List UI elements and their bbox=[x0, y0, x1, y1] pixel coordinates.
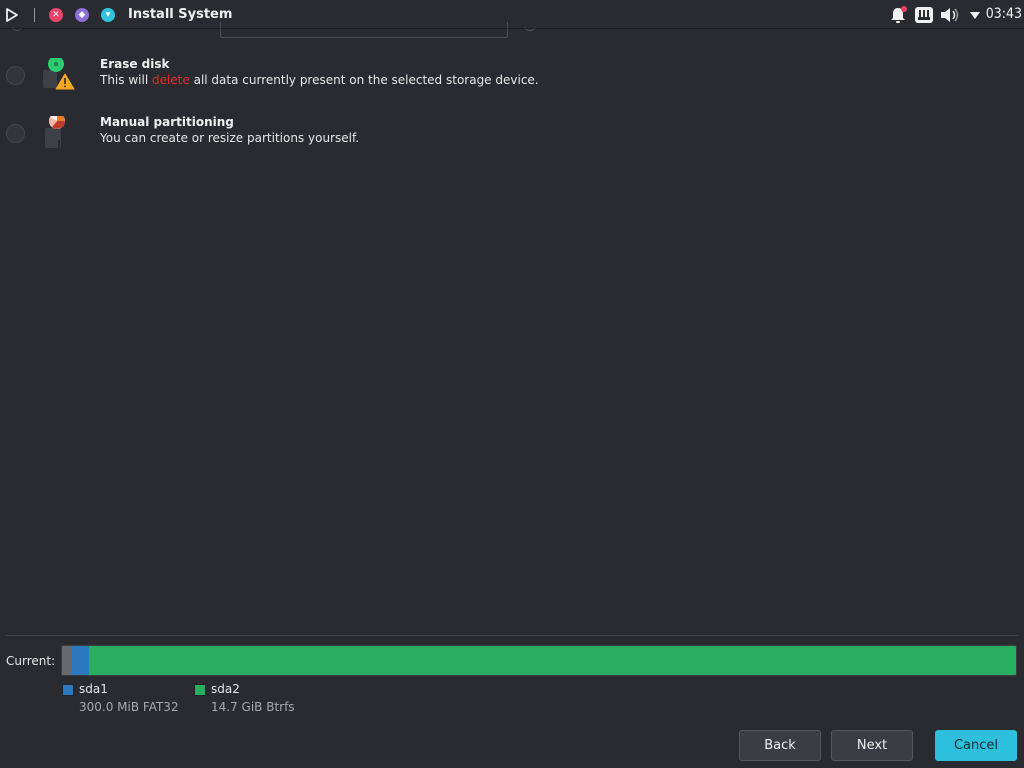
erase-disk-radio[interactable] bbox=[6, 66, 25, 85]
erase-disk-warning-icon bbox=[43, 58, 75, 90]
erase-disk-description: This will delete all data currently pres… bbox=[100, 73, 539, 87]
partially-hidden-radio bbox=[12, 22, 22, 31]
partially-hidden-field bbox=[220, 22, 508, 38]
window-title: Install System bbox=[128, 7, 233, 22]
menu-down-icon[interactable] bbox=[968, 6, 982, 24]
window-minimize-icon[interactable]: ◆ bbox=[75, 8, 89, 22]
back-button[interactable]: Back bbox=[739, 730, 821, 761]
option-manual-partitioning[interactable]: Manual partitioning You can create or re… bbox=[0, 115, 1024, 174]
cancel-button[interactable]: Cancel bbox=[935, 730, 1017, 761]
partition-bar bbox=[61, 645, 1017, 676]
section-divider bbox=[6, 635, 1018, 636]
current-label: Current: bbox=[6, 654, 56, 668]
launcher-icon[interactable] bbox=[5, 7, 19, 23]
legend-swatch bbox=[194, 684, 206, 696]
next-button[interactable]: Next bbox=[831, 730, 913, 761]
network-icon[interactable] bbox=[914, 6, 934, 24]
manual-partition-icon bbox=[45, 116, 65, 150]
legend-size: 14.7 GiB Btrfs bbox=[211, 700, 295, 714]
manual-partitioning-radio[interactable] bbox=[6, 124, 25, 143]
delete-warning-word: delete bbox=[151, 73, 190, 87]
panel-separator bbox=[34, 8, 35, 22]
partition-segment-sda1 bbox=[70, 646, 89, 675]
option-erase-disk[interactable]: Erase disk This will delete all data cur… bbox=[0, 57, 1024, 116]
legend-swatch bbox=[62, 684, 74, 696]
volume-icon[interactable] bbox=[939, 6, 961, 24]
window-maximize-icon[interactable]: ▾ bbox=[101, 8, 115, 22]
manual-partitioning-title: Manual partitioning bbox=[100, 115, 234, 129]
legend-name: sda1 bbox=[79, 682, 108, 696]
clock[interactable]: 03:43 bbox=[986, 6, 1022, 22]
partition-segment-unallocated bbox=[62, 646, 71, 675]
top-panel: ✕ ◆ ▾ Install System 03:43 bbox=[0, 0, 1024, 29]
manual-partitioning-description: You can create or resize partitions your… bbox=[100, 131, 360, 145]
window-close-icon[interactable]: ✕ bbox=[49, 8, 63, 22]
notification-bell-icon[interactable] bbox=[888, 6, 908, 24]
partition-segment-sda2 bbox=[88, 646, 1016, 675]
legend-size: 300.0 MiB FAT32 bbox=[79, 700, 179, 714]
partially-hidden-control bbox=[524, 22, 536, 31]
erase-disk-title: Erase disk bbox=[100, 57, 170, 71]
legend-name: sda2 bbox=[211, 682, 240, 696]
